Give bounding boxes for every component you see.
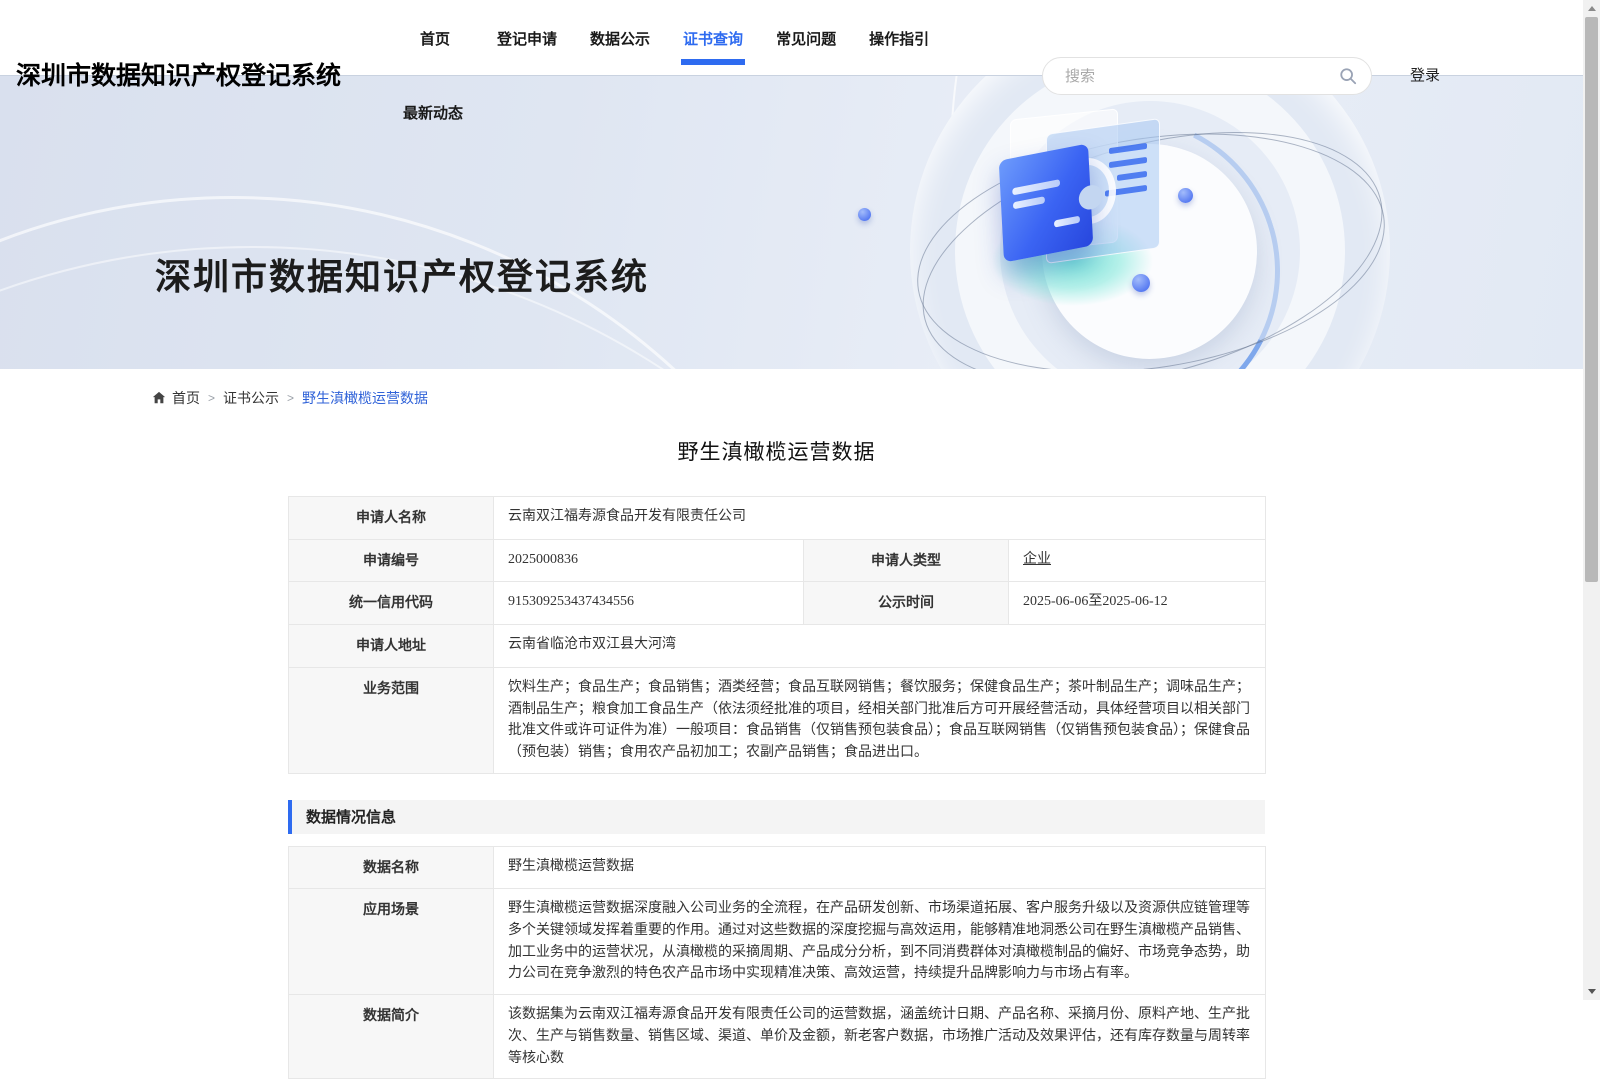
credit-code-value: 915309253437434556 [494, 582, 804, 625]
table-row: 申请人地址 云南省临沧市双江县大河湾 [289, 625, 1266, 668]
applicant-info-table: 申请人名称 云南双江福寿源食品开发有限责任公司 申请编号 2025000836 … [288, 496, 1266, 774]
business-scope-label: 业务范围 [289, 667, 494, 773]
breadcrumb-current-page[interactable]: 野生滇橄榄运营数据 [302, 388, 428, 408]
search-icon[interactable] [1339, 67, 1357, 85]
applicant-type-cell: 企业 [1009, 539, 1266, 582]
publicity-period-label: 公示时间 [804, 582, 1009, 625]
breadcrumb-home[interactable]: 首页 [172, 388, 200, 408]
section-header-data-info: 数据情况信息 [288, 800, 1265, 834]
scrollbar[interactable] [1583, 0, 1600, 1000]
nav-item-registration[interactable]: 登记申请 [497, 28, 557, 49]
application-number-value: 2025000836 [494, 539, 804, 582]
table-row: 数据名称 野生滇橄榄运营数据 [289, 846, 1266, 889]
table-row: 应用场景 野生滇橄榄运营数据深度融入公司业务的全流程，在产品研发创新、市场渠道拓… [289, 889, 1266, 995]
nav-item-latest-news[interactable]: 最新动态 [403, 102, 463, 123]
scrollbar-up-arrow[interactable] [1583, 0, 1600, 17]
main-nav: 首页 登记申请 数据公示 证书查询 常见问题 操作指引 [420, 28, 929, 49]
table-row: 数据简介 该数据集为云南双江福寿源食品开发有限责任公司的运营数据，涵盖统计日期、… [289, 995, 1266, 1079]
data-summary-value: 该数据集为云南双江福寿源食品开发有限责任公司的运营数据，涵盖统计日期、产品名称、… [494, 995, 1266, 1079]
home-icon [152, 391, 166, 405]
publicity-period-value: 2025-06-06至2025-06-12 [1009, 582, 1266, 625]
nav-item-home[interactable]: 首页 [420, 28, 450, 49]
hero-banner: 深圳市数据知识产权登记系统 [0, 75, 1583, 369]
applicant-address-label: 申请人地址 [289, 625, 494, 668]
table-row: 申请人名称 云南双江福寿源食品开发有限责任公司 [289, 497, 1266, 540]
breadcrumb: 首页 > 证书公示 > 野生滇橄榄运营数据 [152, 388, 428, 408]
certificate-3d-illustration [870, 76, 1430, 369]
search-box[interactable] [1042, 57, 1372, 95]
illustration-sphere [1178, 188, 1193, 203]
nav-item-guide[interactable]: 操作指引 [869, 28, 929, 49]
business-scope-value: 饮料生产；食品生产；食品销售；酒类经营；食品互联网销售；餐饮服务；保健食品生产；… [494, 667, 1266, 773]
illustration-sphere [858, 208, 871, 221]
application-scenario-label: 应用场景 [289, 889, 494, 995]
data-summary-label: 数据简介 [289, 995, 494, 1079]
search-input[interactable] [1063, 67, 1339, 86]
table-row: 申请编号 2025000836 申请人类型 企业 [289, 539, 1266, 582]
section-title: 数据情况信息 [306, 806, 396, 827]
illustration-sphere [1132, 274, 1150, 292]
nav-item-faq[interactable]: 常见问题 [776, 28, 836, 49]
application-number-label: 申请编号 [289, 539, 494, 582]
hero-title: 深圳市数据知识产权登记系统 [155, 248, 649, 300]
page-title: 野生滇橄榄运营数据 [288, 436, 1265, 466]
breadcrumb-cert-publicity[interactable]: 证书公示 [223, 388, 279, 408]
main-content: 野生滇橄榄运营数据 申请人名称 云南双江福寿源食品开发有限责任公司 申请编号 2… [288, 436, 1265, 1079]
login-link[interactable]: 登录 [1410, 64, 1440, 85]
applicant-type-link[interactable]: 企业 [1023, 552, 1051, 567]
table-row: 统一信用代码 915309253437434556 公示时间 2025-06-0… [289, 582, 1266, 625]
breadcrumb-separator: > [287, 391, 294, 405]
table-row: 业务范围 饮料生产；食品生产；食品销售；酒类经营；食品互联网销售；餐饮服务；保健… [289, 667, 1266, 773]
nav-item-data-publicity[interactable]: 数据公示 [590, 28, 650, 49]
applicant-type-label: 申请人类型 [804, 539, 1009, 582]
breadcrumb-separator: > [208, 391, 215, 405]
applicant-address-value: 云南省临沧市双江县大河湾 [494, 625, 1266, 668]
credit-code-label: 统一信用代码 [289, 582, 494, 625]
data-name-value: 野生滇橄榄运营数据 [494, 846, 1266, 889]
scrollbar-thumb[interactable] [1585, 17, 1598, 582]
data-name-label: 数据名称 [289, 846, 494, 889]
nav-item-certificate-query[interactable]: 证书查询 [683, 28, 743, 49]
applicant-name-label: 申请人名称 [289, 497, 494, 540]
site-logo: 深圳市数据知识产权登记系统 [16, 56, 341, 92]
data-info-table: 数据名称 野生滇橄榄运营数据 应用场景 野生滇橄榄运营数据深度融入公司业务的全流… [288, 846, 1266, 1079]
application-scenario-value: 野生滇橄榄运营数据深度融入公司业务的全流程，在产品研发创新、市场渠道拓展、客户服… [494, 889, 1266, 995]
applicant-name-value: 云南双江福寿源食品开发有限责任公司 [494, 497, 1266, 540]
certificate-card-icon [999, 143, 1094, 262]
scrollbar-down-arrow[interactable] [1583, 983, 1600, 1000]
